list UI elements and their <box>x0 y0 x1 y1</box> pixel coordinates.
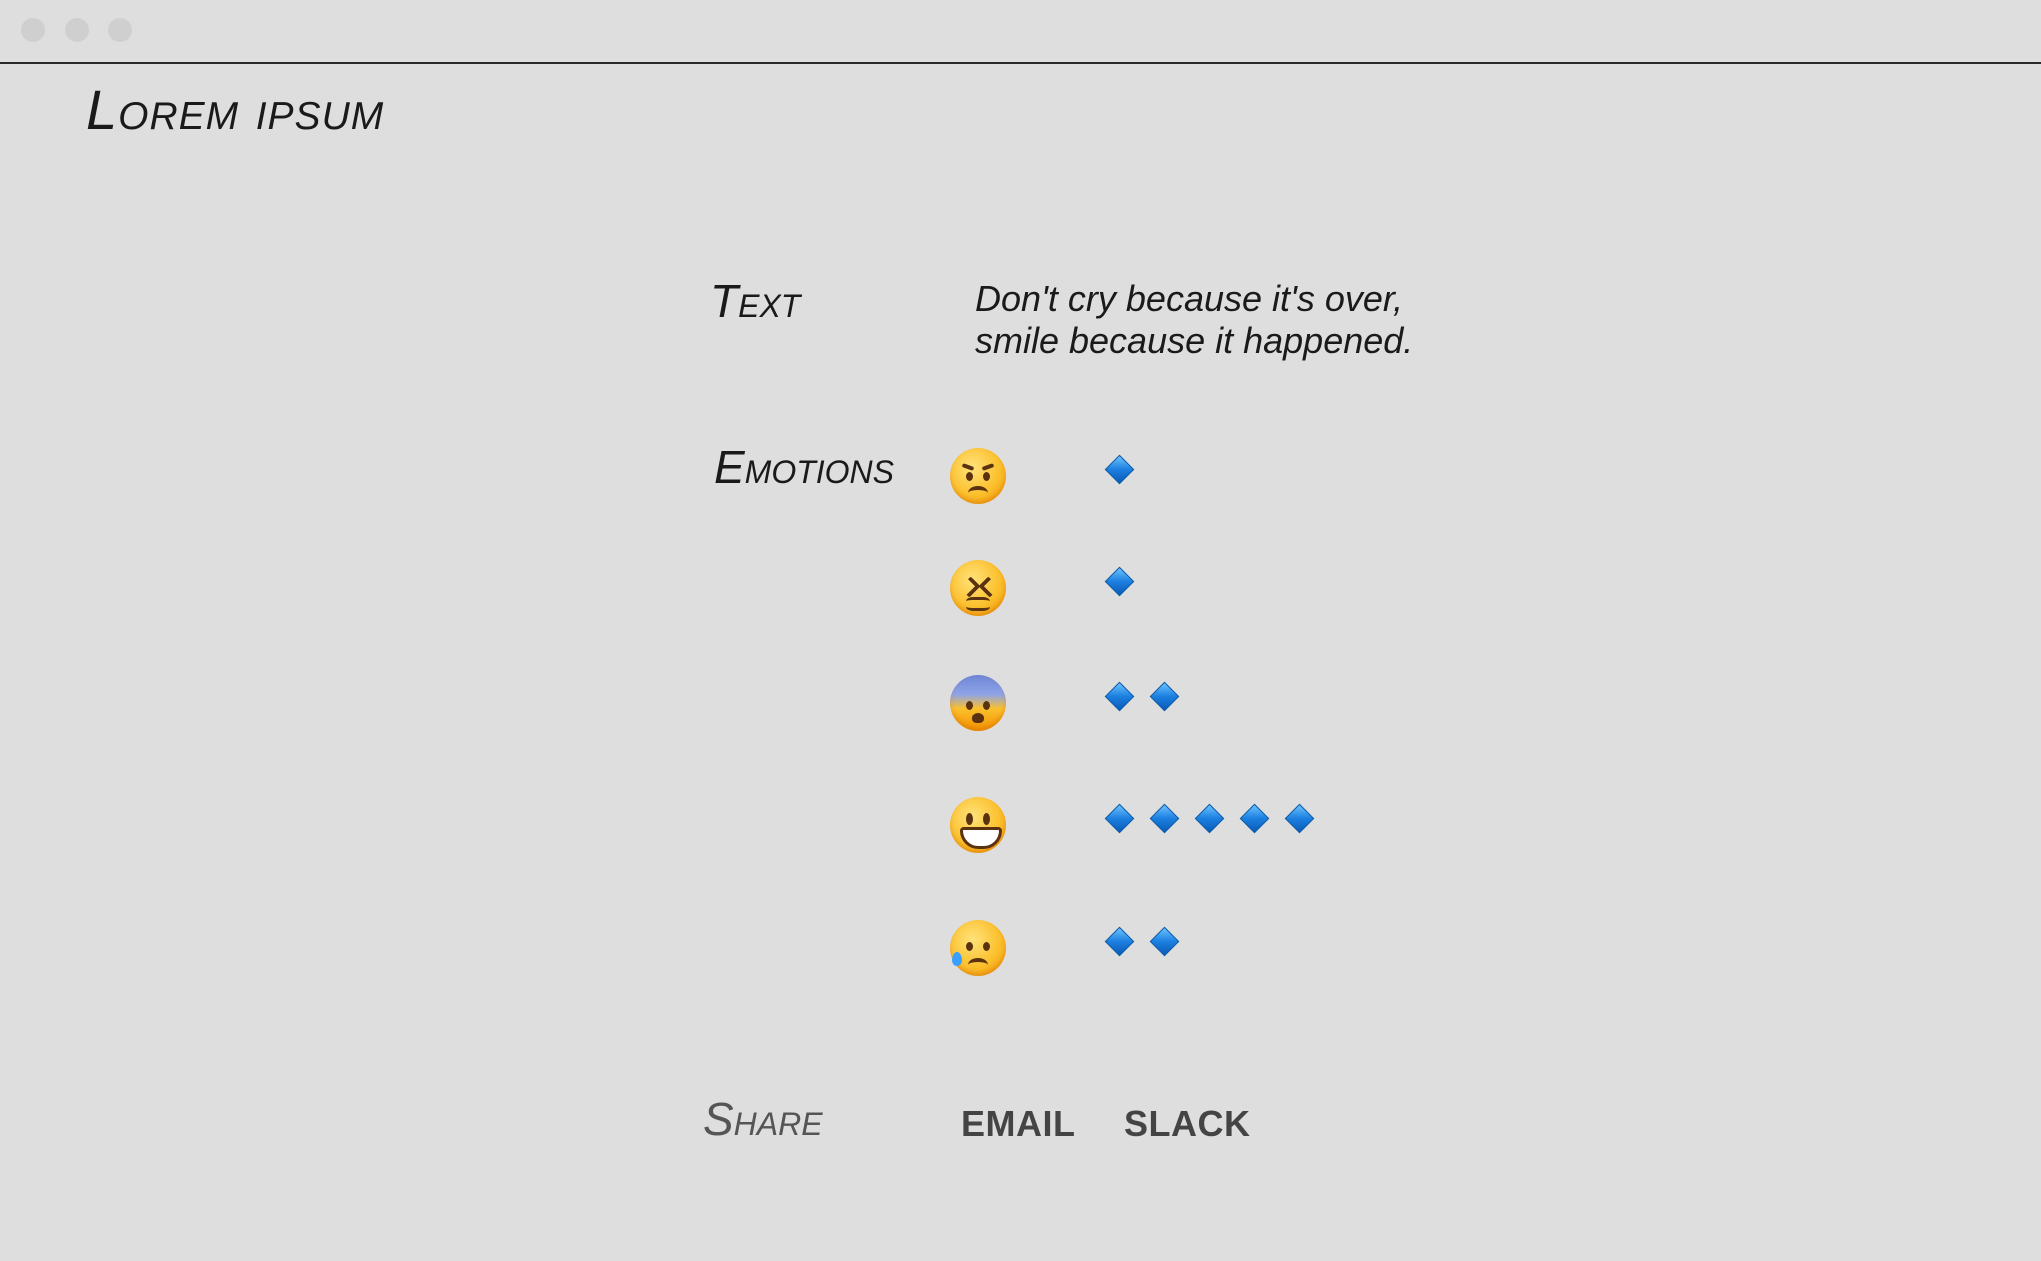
blue-diamond-icon <box>1196 805 1223 832</box>
blue-diamond-icon <box>1106 928 1133 955</box>
window-minimize-dot[interactable] <box>65 18 89 42</box>
confounded-face-icon <box>950 560 1006 616</box>
grinning-face-icon <box>950 797 1006 853</box>
blue-diamond-icon <box>1241 805 1268 832</box>
page-title: Lorem ipsum <box>86 78 385 141</box>
blue-diamond-icon <box>1151 805 1178 832</box>
blue-diamond-icon <box>1151 928 1178 955</box>
emotion-row-sad <box>950 920 1450 984</box>
emotions-section-label: Emotions <box>714 441 895 493</box>
blue-diamond-icon <box>1106 568 1133 595</box>
window-maximize-dot[interactable] <box>108 18 132 42</box>
angry-face-icon <box>950 448 1006 504</box>
emotion-row-grinning <box>950 797 1450 861</box>
emotion-row-angry <box>950 448 1450 512</box>
share-slack-button[interactable]: SLACK <box>1124 1106 1251 1142</box>
text-section-label: Text <box>710 275 801 327</box>
blue-diamond-icon <box>1286 805 1313 832</box>
window-titlebar <box>0 0 2041 64</box>
share-email-button[interactable]: EMAIL <box>961 1106 1076 1142</box>
quote-line-1: Don't cry because it's over, <box>975 278 1403 319</box>
window-close-dot[interactable] <box>21 18 45 42</box>
share-section-label: Share <box>703 1093 823 1145</box>
quote-line-2: smile because it happened. <box>975 320 1414 361</box>
emotion-row-confounded <box>950 560 1450 624</box>
sad-sweat-face-icon <box>950 920 1006 976</box>
quote-text: Don't cry because it's over, smile becau… <box>975 278 1413 362</box>
blue-diamond-icon <box>1151 683 1178 710</box>
emotion-row-fearful <box>950 675 1450 739</box>
fearful-face-icon <box>950 675 1006 731</box>
blue-diamond-icon <box>1106 683 1133 710</box>
blue-diamond-icon <box>1106 805 1133 832</box>
blue-diamond-icon <box>1106 456 1133 483</box>
